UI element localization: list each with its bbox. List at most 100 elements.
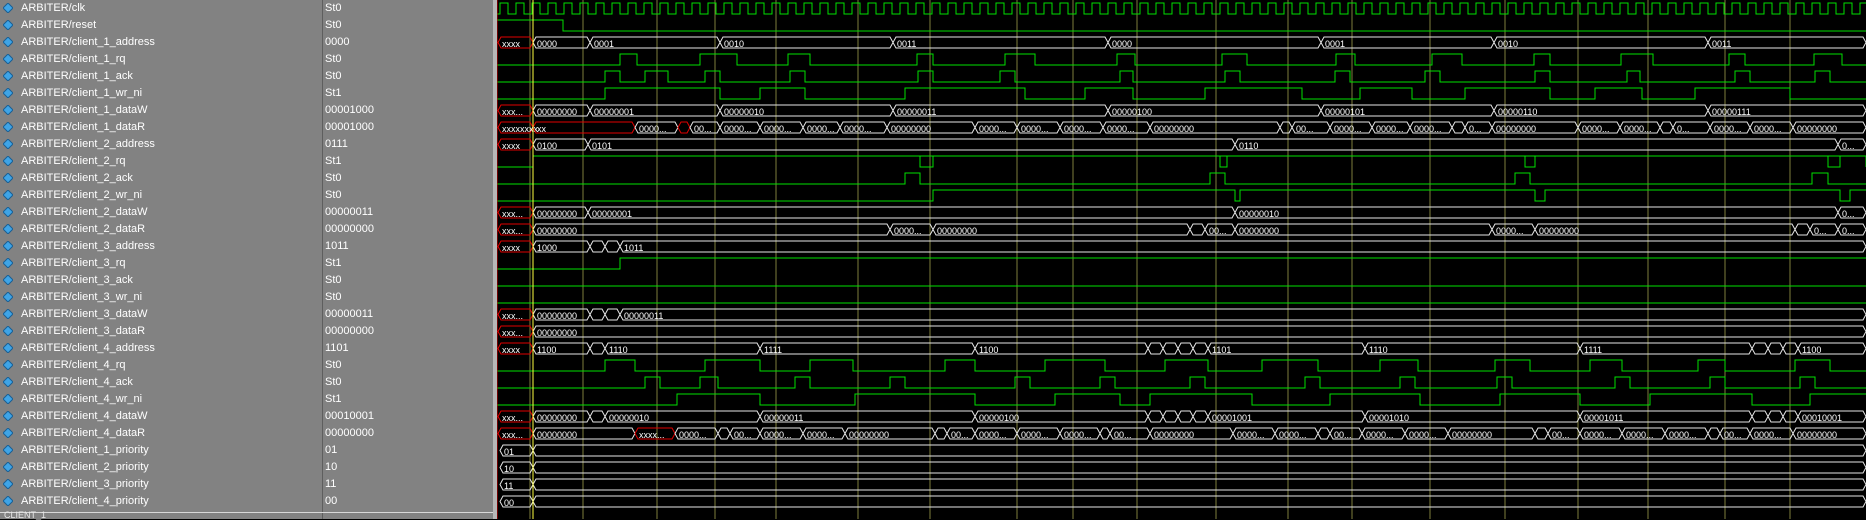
bus-segment xyxy=(589,240,606,253)
signal-row[interactable]: ARBITER/client_1_ack xyxy=(0,68,323,85)
signal-row[interactable]: ARBITER/client_4_dataW xyxy=(0,408,323,425)
bus-value-label: 0101 xyxy=(592,141,612,151)
bus-value-label: 00000000 xyxy=(1797,430,1837,440)
signal-name: ARBITER/client_1_priority xyxy=(21,444,149,456)
bus-segment xyxy=(1707,427,1721,440)
bus-value-label: 00000100 xyxy=(1112,107,1152,117)
waveform-canvas[interactable]: xxxx 0000 0001 0010 0011 0000 0001 0010 0011xxx.… xyxy=(497,0,1866,519)
bus-value-label: xxxx xyxy=(502,243,521,253)
bus-segment xyxy=(604,308,621,321)
bus-value-label: 1000 xyxy=(537,243,557,253)
bus-segment xyxy=(1192,342,1209,355)
bus-segment xyxy=(974,342,1149,355)
bus-value-label: 0000... xyxy=(1754,124,1782,134)
signal-row[interactable]: ARBITER/client_2_dataR xyxy=(0,221,323,238)
bus-value-label: 0... xyxy=(1842,141,1855,151)
signal-row[interactable]: ARBITER/client_1_address xyxy=(0,34,323,51)
signal-row[interactable]: ARBITER/clk xyxy=(0,0,323,17)
signal-value: 00001000 xyxy=(325,104,374,116)
signal-row[interactable]: ARBITER/client_4_wr_ni xyxy=(0,391,323,408)
bus-segment xyxy=(1189,223,1206,236)
bus-value-label: 0000... xyxy=(979,430,1007,440)
signal-value: St1 xyxy=(325,155,342,167)
waveform-pane[interactable]: xxxx 0000 0001 0010 0011 0000 0001 0010 0011 xxx.… xyxy=(497,0,1866,519)
bus-segment xyxy=(1162,342,1179,355)
signal-row[interactable]: ARBITER/client_1_rq xyxy=(0,51,323,68)
signal-diamond-icon xyxy=(3,71,13,81)
bus-value-label: xxx... xyxy=(502,413,523,423)
signal-row[interactable]: ARBITER/client_3_address xyxy=(0,238,323,255)
bus-value-label: 00001011 xyxy=(1584,413,1623,423)
bus-value-label: 0001 xyxy=(1325,39,1345,49)
bus-segment xyxy=(619,308,1866,321)
signal-row[interactable]: ARBITER/client_3_wr_ni xyxy=(0,289,323,306)
bus-value-label: 0000... xyxy=(1107,124,1135,134)
signal-row[interactable]: ARBITER/client_3_ack xyxy=(0,272,323,289)
bus-value-label: 0... xyxy=(1469,124,1482,134)
signal-row[interactable]: ARBITER/client_3_dataW xyxy=(0,306,323,323)
signal-row[interactable]: ARBITER/client_1_wr_ni xyxy=(0,85,323,102)
bus-value-label: 0000... xyxy=(1366,430,1394,440)
bus-segment xyxy=(589,410,606,423)
bit-wave xyxy=(497,155,1866,168)
signal-diamond-icon xyxy=(3,394,13,404)
signal-row[interactable]: ARBITER/client_2_dataW xyxy=(0,204,323,221)
bus-segment xyxy=(604,342,761,355)
bus-segment xyxy=(934,427,948,440)
bus-segment xyxy=(719,36,894,49)
bus-value-label: 1111 xyxy=(1584,345,1602,355)
bus-value-label: 0000... xyxy=(1496,226,1524,236)
signal-diamond-icon xyxy=(3,428,13,438)
bus-value-label: 00... xyxy=(694,124,712,134)
bus-value-label: 0110 xyxy=(1239,141,1258,151)
bus-value-label: 00000000 xyxy=(1154,124,1194,134)
bus-segment xyxy=(532,325,1866,338)
bus-value-label: 00000000 xyxy=(537,328,577,338)
bus-segment xyxy=(1147,410,1164,423)
bus-value-label: 00000011 xyxy=(624,311,663,321)
bus-value-label: 1100 xyxy=(537,345,556,355)
signal-row[interactable]: ARBITER/client_4_ack xyxy=(0,374,323,391)
signal-diamond-icon xyxy=(3,190,13,200)
bus-segment xyxy=(532,444,1866,457)
bus-segment xyxy=(1767,342,1784,355)
signal-row[interactable]: ARBITER/client_4_rq xyxy=(0,357,323,374)
bus-value-label: 00000011 xyxy=(764,413,803,423)
bus-value-label: xxxx... xyxy=(639,430,665,440)
bus-segment xyxy=(717,427,731,440)
signal-row[interactable]: ARBITER/client_3_dataR xyxy=(0,323,323,340)
signal-diamond-icon xyxy=(3,377,13,387)
signal-value: St0 xyxy=(325,291,342,303)
bus-value-label: 00... xyxy=(1209,226,1227,236)
signal-row[interactable]: ARBITER/client_3_rq xyxy=(0,255,323,272)
signal-row[interactable]: ARBITER/client_2_priority xyxy=(0,459,323,476)
signal-value: St0 xyxy=(325,53,342,65)
bus-value-label: 0000... xyxy=(1714,124,1742,134)
bus-value-label: 00000011 xyxy=(897,107,936,117)
signal-row[interactable]: ARBITER/client_2_ack xyxy=(0,170,323,187)
signal-row[interactable]: ARBITER/reset xyxy=(0,17,323,34)
signal-name: ARBITER/client_3_ack xyxy=(21,274,133,286)
bus-value-label: 0000... xyxy=(1064,430,1092,440)
signal-row[interactable]: ARBITER/client_1_dataW xyxy=(0,102,323,119)
bus-segment xyxy=(677,121,691,134)
signal-name-pane: ARBITER/clk ARBITER/reset ARBITER/client_1… xyxy=(0,0,323,519)
signal-row[interactable]: ARBITER/client_1_dataR xyxy=(0,119,323,136)
bus-segment xyxy=(532,495,1866,508)
signal-name: ARBITER/reset xyxy=(21,19,97,31)
signal-row[interactable]: ARBITER/client_2_address xyxy=(0,136,323,153)
signal-row[interactable]: ARBITER/client_3_priority xyxy=(0,476,323,493)
bus-value-label: 00000000 xyxy=(1452,430,1492,440)
signal-row[interactable]: ARBITER/client_4_priority xyxy=(0,493,323,510)
bus-value-label: 0000... xyxy=(1624,124,1652,134)
bus-value-label: 0000... xyxy=(1582,124,1610,134)
signal-row[interactable]: ARBITER/client_1_priority xyxy=(0,442,323,459)
signal-name: ARBITER/client_1_dataW xyxy=(21,104,148,116)
signal-value: 00010001 xyxy=(325,410,374,422)
group-divider-line xyxy=(0,512,493,513)
signal-row[interactable]: ARBITER/client_4_address xyxy=(0,340,323,357)
signal-row[interactable]: ARBITER/client_2_wr_ni xyxy=(0,187,323,204)
signal-row[interactable]: ARBITER/client_4_dataR xyxy=(0,425,323,442)
signal-row[interactable]: ARBITER/client_2_rq xyxy=(0,153,323,170)
signal-value: St1 xyxy=(325,393,342,405)
